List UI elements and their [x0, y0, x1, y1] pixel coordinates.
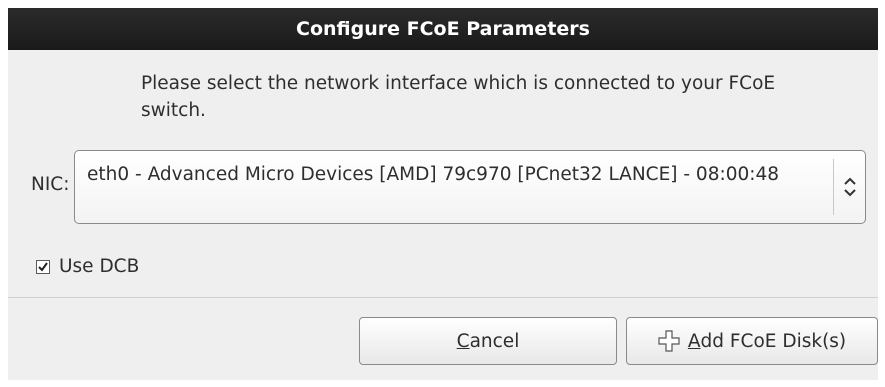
cancel-button[interactable]: Cancel [359, 317, 617, 365]
checkmark-icon [38, 261, 48, 272]
combo-separator [833, 159, 834, 215]
dialog-titlebar: Configure FCoE Parameters [8, 8, 878, 50]
fcoe-dialog: Configure FCoE Parameters Please select … [0, 0, 885, 387]
use-dcb-checkbox[interactable] [36, 259, 50, 274]
nic-selected-value: eth0 - Advanced Micro Devices [AMD] 79c9… [87, 164, 780, 185]
nic-label: NIC: [31, 174, 70, 195]
use-dcb-row[interactable]: Use DCB [36, 256, 139, 277]
dialog-body: Please select the network interface whic… [8, 50, 878, 380]
add-mnemonic: A [687, 330, 701, 352]
cancel-label-rest: ancel [469, 330, 520, 352]
button-divider [8, 297, 878, 298]
use-dcb-label: Use DCB [59, 256, 140, 277]
dialog-title: Configure FCoE Parameters [296, 18, 590, 40]
nic-select[interactable]: eth0 - Advanced Micro Devices [AMD] 79c9… [74, 150, 866, 224]
instruction-text: Please select the network interface whic… [141, 73, 776, 121]
add-fcoe-disk-button[interactable]: Add FCoE Disk(s) [626, 317, 878, 365]
chevron-up-down-icon[interactable] [837, 171, 863, 203]
plus-icon [658, 330, 680, 352]
add-label-rest: dd FCoE Disk(s) [700, 330, 847, 352]
cancel-mnemonic: C [456, 330, 470, 352]
